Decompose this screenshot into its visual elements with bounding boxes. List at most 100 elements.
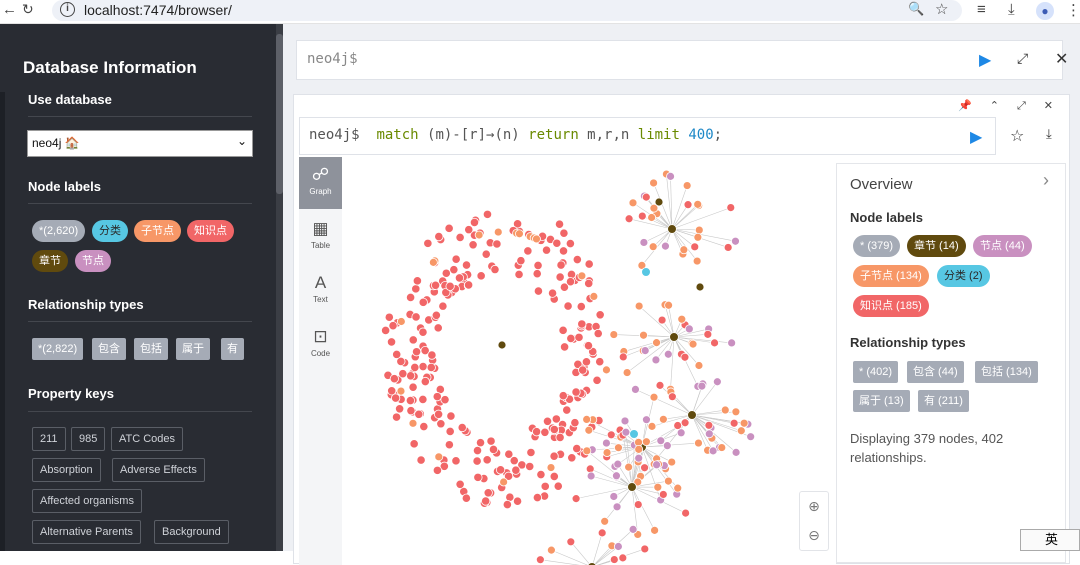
run-icon[interactable]: ▶ xyxy=(979,50,991,70)
knowledge-node[interactable] xyxy=(465,225,473,233)
knowledge-node[interactable] xyxy=(481,497,489,505)
overview-relationship-tag[interactable]: 包含 (44) xyxy=(907,361,964,383)
knowledge-node[interactable] xyxy=(578,320,586,328)
knowledge-node[interactable] xyxy=(484,489,492,497)
knowledge-node[interactable] xyxy=(512,466,520,474)
graph-node[interactable] xyxy=(648,422,656,430)
knowledge-node[interactable] xyxy=(556,273,564,281)
close-icon[interactable]: ✕ xyxy=(1055,49,1068,69)
graph-node[interactable] xyxy=(629,199,637,207)
graph-node[interactable] xyxy=(668,393,676,401)
knowledge-node[interactable] xyxy=(573,444,581,452)
graph-node[interactable] xyxy=(634,501,642,509)
property-key-tag[interactable]: Affected organisms xyxy=(32,489,142,513)
reload-icon[interactable]: ↻ xyxy=(22,1,34,18)
overview-node-label-pill[interactable]: 章节 (14) xyxy=(907,235,966,257)
menu-icon[interactable]: ⋮ xyxy=(1066,1,1080,19)
child-node[interactable] xyxy=(602,366,610,374)
graph-node[interactable] xyxy=(691,243,699,251)
node-label-pill[interactable]: 章节 xyxy=(32,250,68,272)
graph-node[interactable] xyxy=(614,543,622,551)
knowledge-node[interactable] xyxy=(428,351,436,359)
knowledge-node[interactable] xyxy=(462,494,470,502)
graph-node[interactable] xyxy=(619,554,627,562)
knowledge-node[interactable] xyxy=(517,257,525,265)
graph-node[interactable] xyxy=(635,454,643,462)
knowledge-node[interactable] xyxy=(474,473,482,481)
graph-node[interactable] xyxy=(683,182,691,190)
graph-node[interactable] xyxy=(677,429,685,437)
graph-node[interactable] xyxy=(547,546,555,554)
zoom-out-icon[interactable]: ⊖ xyxy=(800,521,828,550)
overview-relationship-tag[interactable]: 包括 (134) xyxy=(975,361,1038,383)
graph-node[interactable] xyxy=(642,193,650,201)
knowledge-node[interactable] xyxy=(556,433,564,441)
sidebar-scrollbar[interactable] xyxy=(276,24,283,551)
graph-node[interactable] xyxy=(681,419,689,427)
tab-graph[interactable]: ☍Graph xyxy=(299,157,342,209)
knowledge-node[interactable] xyxy=(462,261,470,269)
chapter-node[interactable] xyxy=(696,283,704,291)
knowledge-node[interactable] xyxy=(524,247,532,255)
graph-node[interactable] xyxy=(667,172,675,180)
graph-node[interactable] xyxy=(694,233,702,241)
knowledge-node[interactable] xyxy=(452,255,460,263)
node-label-pill[interactable]: 知识点 xyxy=(187,220,234,242)
chapter-node[interactable] xyxy=(688,411,697,420)
node-label-pill[interactable]: 分类 xyxy=(92,220,128,242)
knowledge-node[interactable] xyxy=(527,448,535,456)
graph-node[interactable] xyxy=(656,381,664,389)
knowledge-node[interactable] xyxy=(419,395,427,403)
knowledge-node[interactable] xyxy=(389,322,397,330)
star-icon[interactable]: ☆ xyxy=(935,0,948,18)
knowledge-node[interactable] xyxy=(450,265,458,273)
graph-node[interactable] xyxy=(705,430,713,438)
knowledge-node[interactable] xyxy=(594,329,602,337)
graph-node[interactable] xyxy=(642,416,650,424)
knowledge-node[interactable] xyxy=(548,289,556,297)
knowledge-node[interactable] xyxy=(542,246,550,254)
graph-node[interactable] xyxy=(664,350,672,358)
graph-node[interactable] xyxy=(740,419,748,427)
knowledge-node[interactable] xyxy=(476,438,484,446)
graph-node[interactable] xyxy=(614,444,622,452)
child-node[interactable] xyxy=(435,453,443,461)
knowledge-node[interactable] xyxy=(406,396,414,404)
overview-relationship-tag[interactable]: 属于 (13) xyxy=(853,390,910,412)
graph-node[interactable] xyxy=(737,427,745,435)
knowledge-node[interactable] xyxy=(441,395,449,403)
graph-node[interactable] xyxy=(650,179,658,187)
knowledge-node[interactable] xyxy=(534,287,542,295)
knowledge-node[interactable] xyxy=(388,387,396,395)
knowledge-node[interactable] xyxy=(433,466,441,474)
knowledge-node[interactable] xyxy=(533,270,541,278)
knowledge-node[interactable] xyxy=(421,377,429,385)
knowledge-node[interactable] xyxy=(439,302,447,310)
knowledge-node[interactable] xyxy=(437,420,445,428)
graph-node[interactable] xyxy=(659,490,667,498)
graph-node[interactable] xyxy=(727,204,735,212)
graph-node[interactable] xyxy=(668,458,676,466)
knowledge-node[interactable] xyxy=(533,493,541,501)
knowledge-node[interactable] xyxy=(413,277,421,285)
back-icon[interactable]: ← xyxy=(2,1,17,18)
relationship-type-tag[interactable]: 包含 xyxy=(92,338,126,360)
knowledge-node[interactable] xyxy=(555,220,563,228)
graph-node[interactable] xyxy=(695,226,703,234)
knowledge-node[interactable] xyxy=(435,232,443,240)
knowledge-node[interactable] xyxy=(491,265,499,273)
graph-node[interactable] xyxy=(653,339,661,347)
overview-relationship-tag[interactable]: 有 (211) xyxy=(918,390,969,412)
graph-node[interactable] xyxy=(648,213,656,221)
graph-node[interactable] xyxy=(652,356,660,364)
graph-node[interactable] xyxy=(612,472,620,480)
property-key-tag[interactable]: 211 xyxy=(32,427,66,451)
graph-node[interactable] xyxy=(641,464,649,472)
graph-node[interactable] xyxy=(693,257,701,265)
pin-icon[interactable]: 📌 xyxy=(958,100,990,112)
graph-node[interactable] xyxy=(684,201,692,209)
graph-node[interactable] xyxy=(607,431,615,439)
graph-node[interactable] xyxy=(587,472,595,480)
knowledge-node[interactable] xyxy=(585,279,593,287)
overview-node-label-pill[interactable]: 分类 (2) xyxy=(937,265,990,287)
